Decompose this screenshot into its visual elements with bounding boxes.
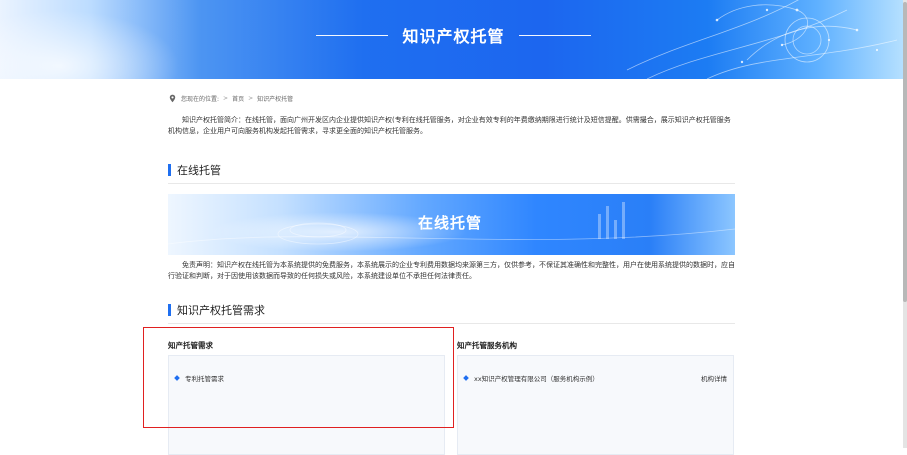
banner-title-line-left [316,34,389,36]
list-item[interactable]: 专利托管需求 [174,373,438,383]
section-heading-label: 在线托管 [177,164,221,177]
breadcrumb-home-link[interactable]: 首页 [232,94,244,103]
demand-panel-title: 知产托管需求 [168,341,213,350]
online-hosting-banner[interactable]: 在线托管 [168,194,735,255]
breadcrumb-prefix: 您现在的位置: [181,95,220,103]
online-hosting-banner-title: 在线托管 [418,214,483,232]
header-banner: 知识产权托管 [0,0,907,79]
list-item-label[interactable]: xx知识产权管理有限公司（服务机构示例） [474,373,599,383]
agency-details-link[interactable]: 机构详情 [701,373,727,383]
breadcrumb-separator: > [248,94,254,102]
section-heading-bar [168,164,171,176]
intro-text: 知识产权托管简介：在线托管，面向广州开发区内企业提供知识产权(专利在线托管服务，… [168,116,731,135]
breadcrumb-current: 知识产权托管 [257,95,294,103]
section-divider [168,323,735,324]
scrollbar-thumb[interactable] [903,2,907,302]
list-item[interactable]: xx知识产权管理有限公司（服务机构示例） 机构详情 [463,373,727,383]
section-heading-bar [168,304,171,316]
breadcrumb-separator: > [223,94,229,102]
section-divider [168,183,735,184]
agency-panel-title: 知产托管服务机构 [457,341,517,350]
section-heading-online: 在线托管 [168,161,735,179]
section-heading-label: 知识产权托管需求 [177,304,265,317]
section-heading-demand: 知识产权托管需求 [168,301,735,319]
breadcrumb: 您现在的位置: > 首页 > 知识产权托管 [168,92,293,104]
list-item-label[interactable]: 专利托管需求 [185,373,224,383]
location-pin-icon [169,94,176,102]
page-title: 知识产权托管 [402,27,505,46]
banner-title-line-right [518,34,591,36]
diamond-bullet-icon [463,375,469,381]
vertical-scrollbar[interactable] [903,0,907,448]
diamond-bullet-icon [174,375,180,381]
disclaimer-text: 免责声明：知识产权在线托管为本系统提供的免费服务，本系统展示的企业专利费用数据均… [168,261,735,280]
agency-panel-body: xx知识产权管理有限公司（服务机构示例） 机构详情 [457,355,734,455]
demand-panel-body: 专利托管需求 [168,355,445,455]
